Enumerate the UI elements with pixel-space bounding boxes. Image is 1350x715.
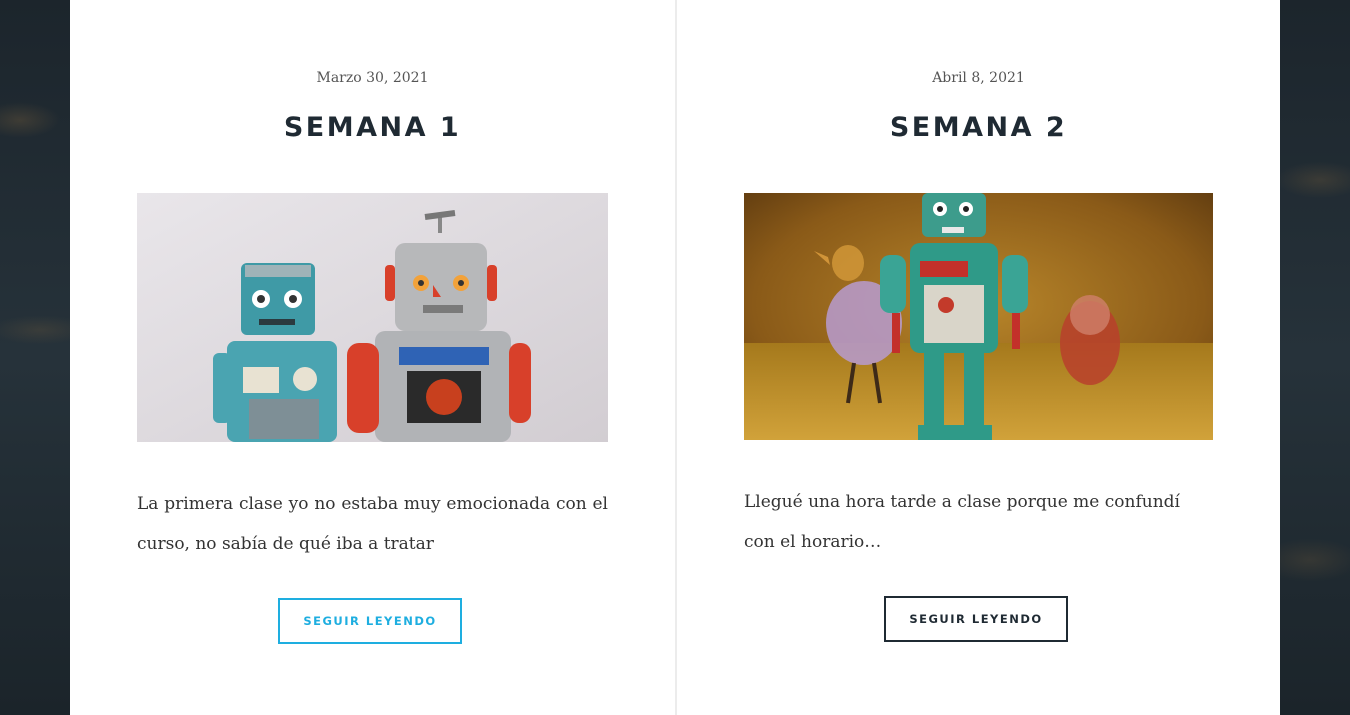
post-date: Abril 8, 2021	[932, 70, 1025, 86]
post-card-semana-1: Marzo 30, 2021 SEMANA 1 La primera clase…	[70, 0, 675, 715]
background-right	[1280, 0, 1350, 715]
post-thumbnail[interactable]	[744, 193, 1213, 440]
post-title[interactable]: SEMANA 1	[70, 112, 675, 143]
post-excerpt: Llegué una hora tarde a clase porque me …	[744, 492, 1180, 552]
background-left	[0, 0, 70, 715]
robots-image	[137, 193, 608, 442]
post-card-semana-2: Abril 8, 2021 SEMANA 2 Llegué una hora t…	[677, 0, 1280, 715]
read-more-button[interactable]: SEGUIR LEYENDO	[884, 596, 1068, 642]
post-excerpt: La primera clase yo no estaba muy emocio…	[137, 494, 608, 554]
robot-image	[744, 193, 1213, 440]
post-thumbnail[interactable]	[137, 193, 608, 442]
read-more-button[interactable]: SEGUIR LEYENDO	[278, 598, 462, 644]
post-date: Marzo 30, 2021	[316, 70, 429, 86]
post-title[interactable]: SEMANA 2	[677, 112, 1280, 143]
